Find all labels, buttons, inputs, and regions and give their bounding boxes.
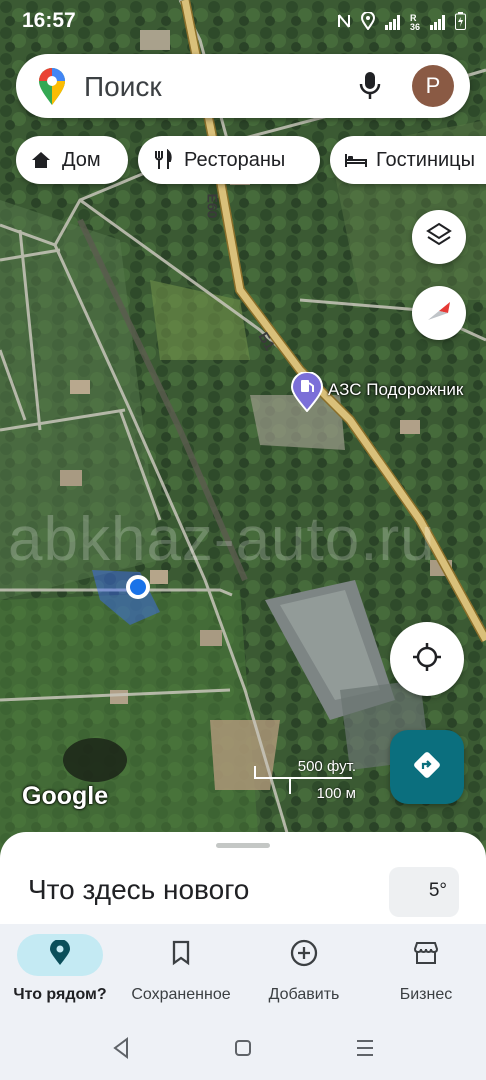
bookmark-icon <box>171 940 191 971</box>
maps-pin-logo <box>38 68 66 111</box>
nav-saved[interactable]: Сохраненное <box>124 924 238 1018</box>
poi-label[interactable]: АЗС Подорожник <box>328 380 463 400</box>
scale-meters: 100 м <box>316 785 356 802</box>
back-icon[interactable] <box>110 1036 132 1065</box>
signal-icon <box>384 15 400 30</box>
directions-button[interactable] <box>390 730 464 804</box>
add-circle-icon <box>290 939 318 972</box>
directions-icon <box>412 750 442 785</box>
storefront-icon <box>412 940 440 971</box>
search-input[interactable]: Поиск <box>84 71 162 103</box>
nav-business[interactable]: Бизнес <box>376 924 476 1018</box>
scale-feet: 500 фут. <box>297 758 356 775</box>
system-nav-bar <box>0 1018 486 1080</box>
my-location-icon <box>411 641 443 678</box>
avatar[interactable]: P <box>412 65 454 107</box>
explore-pin-icon <box>49 938 71 971</box>
battery-charging-icon <box>455 12 466 33</box>
nav-label: Сохраненное <box>131 986 231 1003</box>
google-attribution: Google <box>22 782 109 810</box>
chip-label: Гостиницы <box>376 148 475 171</box>
status-time: 16:57 <box>22 9 76 32</box>
chip-restaurants[interactable]: Рестораны <box>138 136 320 184</box>
nfc-icon <box>337 13 351 32</box>
nav-explore[interactable]: Что рядом? <box>10 924 110 1018</box>
chip-hotels[interactable]: Гостиницы <box>330 136 486 184</box>
location-icon <box>360 11 375 33</box>
sim-tag-2: 36 <box>409 21 420 32</box>
layers-icon <box>425 221 453 254</box>
chip-label: Дом <box>62 148 101 171</box>
chip-home[interactable]: Дом <box>16 136 128 184</box>
watermark: abkhaz-auto.ru <box>8 505 436 574</box>
sheet-handle[interactable] <box>216 843 270 848</box>
mic-icon[interactable] <box>358 70 382 107</box>
compass-icon <box>424 296 454 331</box>
signal-icon <box>430 15 445 30</box>
layers-button[interactable] <box>412 210 466 264</box>
home-icon <box>30 149 52 171</box>
status-bar: 16:57 R 36 <box>0 0 486 44</box>
hotel-icon <box>344 149 367 171</box>
scale-bar: 500 фут. 100 м <box>252 758 362 802</box>
bottom-nav: Что рядом? Сохраненное Добавить Бизнес <box>0 924 486 1018</box>
my-location-button[interactable] <box>390 622 464 696</box>
compass-button[interactable] <box>412 286 466 340</box>
restaurant-icon <box>152 148 174 171</box>
nav-contribute[interactable]: Добавить <box>254 924 354 1018</box>
road-label-e60: E60 <box>204 193 221 219</box>
recents-icon[interactable] <box>354 1036 376 1065</box>
sheet-title: Что здесь нового <box>28 874 250 905</box>
chip-label: Рестораны <box>184 148 286 171</box>
weather-badge[interactable]: 5° <box>389 867 459 917</box>
search-bar[interactable]: Поиск P <box>16 54 470 118</box>
nav-label: Бизнес <box>399 986 453 1003</box>
nav-label: Добавить <box>268 986 340 1003</box>
home-nav-icon[interactable] <box>232 1036 254 1065</box>
nav-label: Что рядом? <box>13 986 107 1003</box>
